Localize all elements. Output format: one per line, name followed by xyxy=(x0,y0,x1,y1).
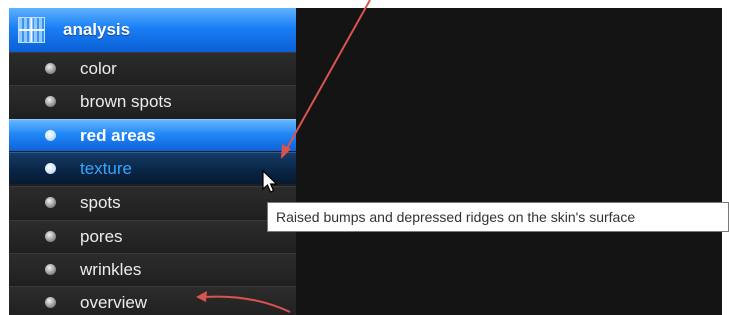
tooltip-text: Raised bumps and depressed ridges on the… xyxy=(276,209,636,225)
annotation-arrow-line xyxy=(203,295,291,313)
annotation-arrow-line xyxy=(285,0,371,151)
annotation-arrows xyxy=(196,0,371,313)
texture-tooltip: Raised bumps and depressed ridges on the… xyxy=(267,202,729,232)
arrow-head-icon xyxy=(281,144,291,159)
mouse-pointer-icon xyxy=(262,170,278,193)
arrow-head-icon xyxy=(196,291,207,302)
